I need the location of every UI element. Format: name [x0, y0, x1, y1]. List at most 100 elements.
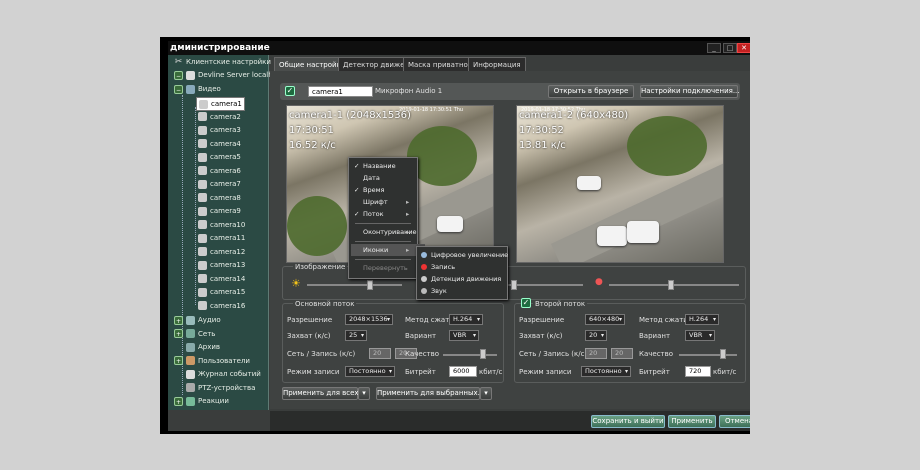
main-quality-slider-track[interactable] — [443, 354, 497, 356]
main-variant-select[interactable]: VBR — [449, 330, 479, 341]
network-record-label: Сеть / Запись (к/с) — [519, 350, 588, 358]
sidebar-item-camera13[interactable]: camera13 — [198, 259, 245, 271]
main-record-mode-select[interactable]: Постоянно — [345, 366, 395, 377]
submenu-item-digital-zoom[interactable]: Цифровое увеличение — [419, 249, 515, 261]
sidebar-item-network[interactable]: + Сеть — [174, 328, 215, 340]
sidebar-item-camera6[interactable]: camera6 — [198, 165, 241, 177]
camera-preview-second[interactable]: 2019-01-18 17:30:52 Thu camera1-2 (640x4… — [516, 105, 724, 263]
sidebar-item-video[interactable]: − Видео — [174, 83, 221, 95]
saturation-slider-track[interactable] — [609, 284, 739, 286]
menu-item-font[interactable]: Шрифт ▸ — [351, 196, 425, 208]
submenu-item-motion[interactable]: Детекция движения — [419, 273, 515, 285]
sidebar-item-client-settings[interactable]: ✂ Клиентские настройки — [174, 56, 271, 68]
sidebar-item-camera9[interactable]: camera9 — [198, 205, 241, 217]
network-record-label: Сеть / Запись (к/с) — [287, 350, 356, 358]
sidebar-item-camera3[interactable]: camera3 — [198, 124, 241, 136]
maximize-button[interactable]: □ — [723, 43, 737, 53]
sidebar-item-archive[interactable]: Архив — [186, 341, 220, 353]
submenu-item-record[interactable]: Запись — [419, 261, 515, 273]
users-icon — [186, 356, 195, 365]
close-button[interactable]: ✕ — [737, 43, 750, 53]
menu-item-icons[interactable]: Иконки ▸ — [351, 244, 425, 256]
tab-information[interactable]: Информация — [468, 57, 526, 71]
sidebar-item-reactions[interactable]: + Реакции — [174, 395, 229, 407]
second-network-fps[interactable]: 20 — [585, 348, 607, 359]
main-quality-slider-thumb[interactable] — [480, 349, 486, 359]
sidebar-tree: ✂ Клиентские настройки − Devline Server … — [168, 55, 303, 410]
main-capture-select[interactable]: 25 — [345, 330, 367, 341]
apply-all-button[interactable]: Применить для всех — [282, 387, 359, 400]
saturation-slider-thumb[interactable] — [668, 280, 674, 290]
sidebar-item-camera15[interactable]: camera15 — [198, 286, 245, 298]
sidebar-item-users[interactable]: + Пользователи — [174, 355, 250, 367]
sidebar-item-camera12[interactable]: camera12 — [198, 246, 245, 258]
expand-icon[interactable]: − — [174, 70, 183, 80]
second-stream-checkbox[interactable]: ✓ — [521, 298, 531, 308]
expand-icon[interactable]: + — [174, 396, 183, 406]
sidebar-item-camera5[interactable]: camera5 — [198, 151, 241, 163]
brightness-slider-thumb[interactable] — [367, 280, 373, 290]
save-and-exit-button[interactable]: Сохранить и выйти — [591, 415, 665, 428]
camera-icon — [198, 206, 207, 216]
main-codec-select[interactable]: H.264 — [449, 314, 483, 325]
sidebar-item-camera10[interactable]: camera10 — [198, 219, 245, 231]
expand-icon[interactable]: + — [174, 356, 183, 365]
expand-icon[interactable]: + — [174, 315, 183, 325]
menu-label: Название — [363, 162, 396, 170]
apply-button[interactable]: Применить — [668, 415, 716, 428]
main-bitrate-input[interactable]: 6000 — [449, 366, 477, 377]
brightness-slider-track[interactable] — [307, 284, 402, 286]
menu-label: Перевернуть — [363, 264, 408, 272]
camera-icon — [199, 99, 208, 109]
apply-selected-button[interactable]: Применить для выбранных... — [376, 387, 484, 400]
camera-name-input[interactable]: camera1 — [308, 86, 373, 97]
sidebar-item-camera14[interactable]: camera14 — [198, 273, 245, 285]
second-resolution-select[interactable]: 640×480 — [585, 314, 625, 325]
minimize-button[interactable]: _ — [707, 43, 721, 53]
sidebar-item-label: Аудио — [198, 316, 221, 324]
sidebar-item-label: Журнал событий — [198, 370, 261, 378]
sidebar-item-camera2[interactable]: camera2 — [198, 111, 241, 123]
sidebar-item-event-log[interactable]: Журнал событий — [186, 368, 261, 380]
resolution-label: Разрешение — [287, 316, 333, 324]
sidebar-item-camera11[interactable]: camera11 — [198, 232, 245, 244]
second-record-mode-select[interactable]: Постоянно — [581, 366, 631, 377]
second-codec-select[interactable]: H.264 — [685, 314, 719, 325]
second-record-fps[interactable]: 20 — [611, 348, 633, 359]
second-bitrate-input[interactable]: 720 — [685, 366, 711, 377]
sidebar-item-audio[interactable]: + Аудио — [174, 314, 221, 326]
submenu-item-sound[interactable]: Звук — [419, 285, 515, 297]
record-icon — [421, 264, 427, 270]
reactions-icon — [186, 396, 195, 406]
second-capture-select[interactable]: 20 — [585, 330, 607, 341]
capture-label: Захват (к/с) — [287, 332, 331, 340]
resolution-label: Разрешение — [519, 316, 565, 324]
main-network-fps[interactable]: 20 — [369, 348, 391, 359]
cancel-button[interactable]: Отмена — [719, 415, 750, 428]
connection-settings-button[interactable]: Настройки подключения... — [640, 85, 740, 98]
menu-item-flip[interactable]: Перевернуть — [351, 262, 425, 274]
sidebar-item-camera16[interactable]: camera16 — [198, 300, 245, 312]
osd-fps: 13.81 к/с — [519, 140, 566, 151]
second-variant-select[interactable]: VBR — [685, 330, 715, 341]
open-in-browser-button[interactable]: Открыть в браузере — [548, 85, 634, 98]
sidebar-item-camera4[interactable]: camera4 — [198, 138, 241, 150]
main-resolution-select[interactable]: 2048×1536 — [345, 314, 393, 325]
apply-selected-dropdown[interactable]: ▾ — [480, 387, 492, 400]
sidebar-item-camera7[interactable]: camera7 — [198, 178, 241, 190]
sidebar-item-ptz[interactable]: PTZ-устройства — [186, 382, 255, 394]
sidebar-item-camera8[interactable]: camera8 — [198, 192, 241, 204]
second-quality-slider-track[interactable] — [679, 354, 737, 356]
menu-label: Иконки — [363, 246, 389, 254]
menu-item-outline[interactable]: Оконтуривание ▸ — [351, 226, 425, 238]
second-quality-slider-thumb[interactable] — [720, 349, 726, 359]
menu-item-stream[interactable]: Поток ▸ — [351, 208, 425, 220]
camera-enabled-checkbox[interactable]: ✓ — [285, 86, 295, 96]
menu-item-date[interactable]: Дата — [351, 172, 425, 184]
apply-all-dropdown[interactable]: ▾ — [358, 387, 370, 400]
sidebar-item-camera1[interactable]: camera1 — [196, 97, 245, 111]
menu-item-name[interactable]: Название — [351, 160, 425, 172]
expand-icon[interactable]: − — [174, 84, 183, 94]
menu-item-time[interactable]: Время — [351, 184, 425, 196]
expand-icon[interactable]: + — [174, 329, 183, 338]
